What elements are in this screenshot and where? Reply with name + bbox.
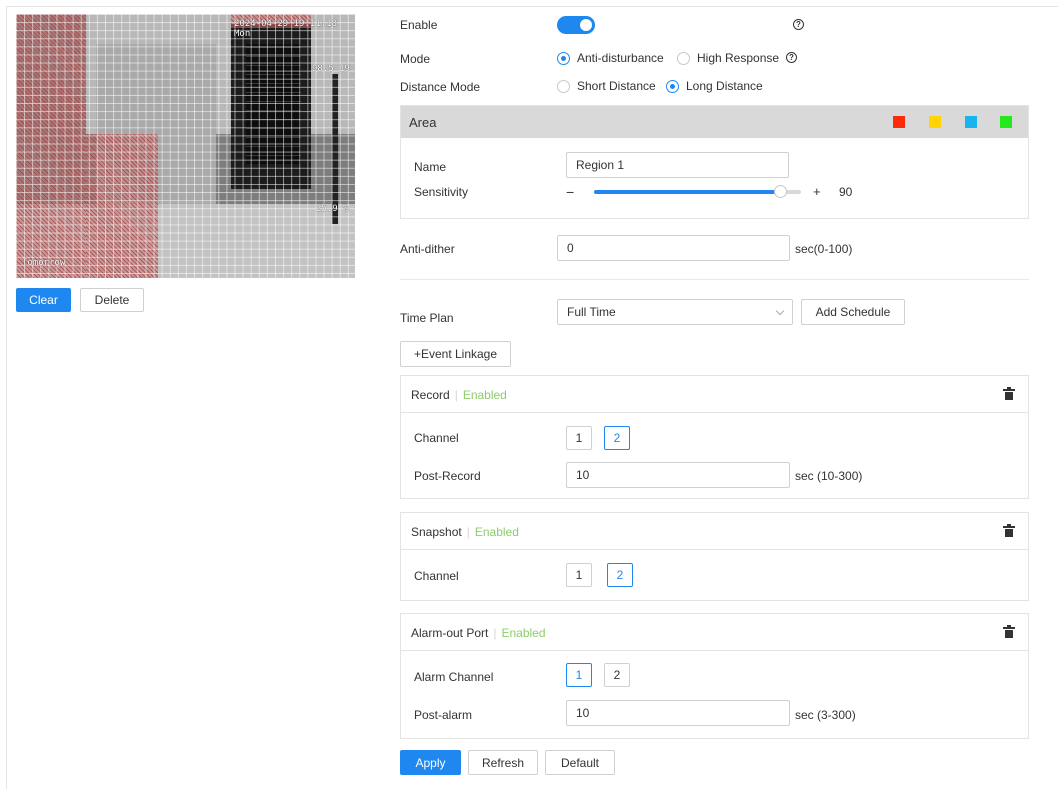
alarm-out-title: Alarm-out Port [411,626,489,640]
mode-label: Mode [400,52,431,66]
region-grid[interactable] [16,14,355,278]
osd-label: 98.5 19 [312,64,350,74]
area-color-red[interactable] [893,116,905,128]
radio-selected-icon [557,51,570,65]
distance-radio-short[interactable]: Short Distance [557,79,656,93]
region-name-input[interactable]: Region 1 [566,152,789,178]
osd-timestamp: 2024-04-29 19:11:18 Mon [234,19,337,39]
record-title: Record [411,388,450,402]
record-channel-1[interactable]: 1 [566,426,592,450]
divider [400,279,1029,280]
sensitivity-value: 90 [839,185,853,199]
post-alarm-input[interactable]: 10 [566,700,790,726]
snapshot-panel: Snapshot | Enabled [400,512,1029,601]
snapshot-channel-2[interactable]: 2 [607,563,633,587]
anti-dither-label: Anti-dither [400,242,455,256]
status-badge: Enabled [501,626,546,640]
sensitivity-slider[interactable] [594,185,801,198]
sensitivity-decrease-button[interactable]: − [566,184,574,200]
refresh-button[interactable]: Refresh [468,750,538,775]
post-alarm-label: Post-alarm [414,708,473,722]
trash-icon[interactable] [1003,387,1015,400]
event-linkage-button[interactable]: +Event Linkage [400,341,511,367]
trash-icon[interactable] [1003,524,1015,537]
help-icon[interactable]: ? [786,52,797,63]
post-alarm-unit: sec (3-300) [795,708,856,722]
time-plan-label: Time Plan [400,311,454,325]
help-icon[interactable]: ? [793,19,804,30]
alarm-out-panel-header: Alarm-out Port | Enabled [401,614,1028,651]
osd-label: 25.9 % [316,204,349,214]
mode-radio-anti-disturbance[interactable]: Anti-disturbance [557,51,664,65]
area-color-yellow[interactable] [929,116,941,128]
status-badge: Enabled [474,525,519,539]
radio-selected-icon [666,79,679,93]
video-preview[interactable]: 2024-04-29 19:11:18 Mon 98.5 19 25.9 % T… [16,14,355,278]
enable-label: Enable [400,18,438,32]
clear-button[interactable]: Clear [16,288,71,312]
snapshot-title: Snapshot [411,525,462,539]
enable-toggle[interactable] [557,16,595,34]
distance-radio-long[interactable]: Long Distance [666,79,763,93]
snapshot-panel-header: Snapshot | Enabled [401,513,1028,550]
area-header: Area [401,106,1028,138]
name-label: Name [414,160,447,174]
radio-unselected-icon [557,79,570,93]
time-plan-select[interactable]: Full Time [557,299,793,325]
record-panel-header: Record | Enabled [401,376,1028,413]
sensitivity-label: Sensitivity [414,185,469,199]
channel-label: Channel [414,569,459,583]
alarm-channel-2[interactable]: 2 [604,663,630,687]
chevron-down-icon [775,306,785,316]
osd-channel-name: Tomorrow [22,258,66,268]
anti-dither-input[interactable]: 0 [557,235,790,261]
delete-button[interactable]: Delete [80,288,144,312]
post-record-label: Post-Record [414,469,481,483]
area-color-green[interactable] [1000,116,1012,128]
alarm-channel-1[interactable]: 1 [566,663,592,687]
snapshot-channel-1[interactable]: 1 [566,563,592,587]
radio-unselected-icon [677,51,690,65]
channel-label: Channel [414,431,459,445]
default-button[interactable]: Default [545,750,615,775]
post-record-unit: sec (10-300) [795,469,863,483]
area-title: Area [409,115,437,130]
record-channel-2[interactable]: 2 [604,426,630,450]
slider-fill [594,190,781,194]
status-badge: Enabled [462,388,507,402]
alarm-channel-label: Alarm Channel [414,670,494,684]
area-color-blue[interactable] [965,116,977,128]
trash-icon[interactable] [1003,625,1015,638]
add-schedule-button[interactable]: Add Schedule [801,299,905,325]
distance-mode-label: Distance Mode [400,80,481,94]
apply-button[interactable]: Apply [400,750,461,775]
sensitivity-increase-button[interactable]: + [813,184,821,199]
mode-radio-high-response[interactable]: High Response [677,51,779,65]
post-record-input[interactable]: 10 [566,462,790,488]
anti-dither-unit: sec(0-100) [795,242,853,256]
